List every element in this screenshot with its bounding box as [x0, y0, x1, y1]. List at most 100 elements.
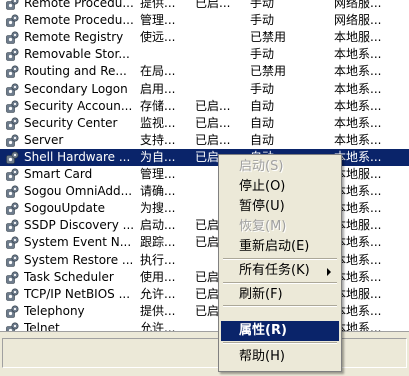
service-row[interactable]: Telephony提供...已启...手动本地系... — [0, 303, 409, 320]
service-logon: 本地系... — [334, 269, 382, 284]
service-logon: 本地系... — [334, 252, 382, 267]
menu-item-2[interactable]: 暂停(U) — [221, 197, 339, 217]
service-desc: 跟踪... — [140, 235, 176, 250]
service-status — [195, 63, 247, 80]
service-status: 已启... — [195, 132, 231, 147]
menu-separator — [223, 258, 337, 260]
status-pane-right — [340, 338, 407, 368]
service-logon: 本地系... — [334, 64, 382, 79]
service-gear-icon — [5, 219, 19, 233]
menu-separator — [223, 342, 337, 344]
service-gear-icon — [5, 100, 19, 114]
submenu-arrow-icon — [327, 268, 331, 276]
service-logon: 本地系... — [334, 235, 382, 250]
service-logon: 网络服... — [334, 0, 382, 10]
service-logon: 网络服... — [334, 13, 382, 28]
service-gear-icon — [5, 288, 19, 302]
menu-separator — [223, 282, 337, 284]
service-row[interactable]: Routing and Re... 在局... 已禁用 本地系... — [0, 63, 409, 80]
service-status: 已启... — [195, 115, 231, 130]
context-menu: 启动(S) 停止(O) 暂停(U) 恢复(M) 重新启动(E) 所有任务(K) 刷新(F) 属… — [218, 154, 342, 372]
service-name: SSDP Discovery ... — [24, 218, 135, 233]
service-name: Secondary Logon — [24, 81, 128, 96]
menu-item-4[interactable]: 重新启动(E) — [221, 237, 339, 257]
service-row[interactable]: Removable Stor... 手动 本地系... — [0, 46, 409, 63]
service-gear-icon — [5, 202, 19, 216]
menu-item-label: 启动(S) — [239, 159, 284, 174]
service-desc: 允许... — [140, 286, 176, 301]
menu-item-label: 属性(R) — [239, 323, 287, 338]
service-name: TCP/IP NetBIOS ... — [24, 286, 131, 301]
service-type: 手动 — [250, 0, 275, 10]
service-desc: 执行... — [140, 252, 176, 267]
service-desc: 启用... — [140, 81, 176, 96]
service-desc: 管理... — [140, 13, 176, 28]
service-row[interactable]: Smart Card管理...手动本地服... — [0, 166, 409, 183]
menu-separator — [223, 305, 337, 307]
service-type: 自动 — [250, 115, 275, 130]
service-name: Sogou OmniAdd... — [24, 184, 133, 199]
service-row[interactable]: TCP/IP NetBIOS ...允许...已启...自动本地服... — [0, 286, 409, 303]
menu-item-label: 暂停(U) — [239, 199, 285, 214]
menu-item-0: 启动(S) — [221, 157, 339, 177]
service-name: Remote Procedu... — [24, 0, 134, 10]
service-gear-icon — [5, 31, 19, 45]
service-row[interactable]: System Restore ...执行...自动本地系... — [0, 252, 409, 269]
service-status — [195, 46, 247, 63]
service-logon: 本地系... — [334, 320, 382, 331]
service-name: Server — [24, 132, 64, 147]
service-type: 手动 — [250, 13, 275, 28]
menu-item-1[interactable]: 停止(O) — [221, 177, 339, 197]
service-status — [195, 29, 247, 46]
service-row[interactable]: System Event N...跟踪...已启...自动本地系... — [0, 234, 409, 251]
service-name: System Event N... — [24, 235, 132, 250]
service-type: 已禁用 — [250, 64, 287, 79]
service-desc: 使远... — [140, 30, 176, 45]
service-desc: 为自... — [140, 149, 176, 164]
service-gear-icon — [5, 82, 19, 97]
service-logon: 本地服... — [334, 286, 382, 301]
service-logon: 本地系... — [334, 201, 382, 216]
service-logon: 本地系... — [334, 149, 382, 164]
menu-item-10[interactable]: 属性(R) — [221, 321, 339, 341]
menu-item-6[interactable]: 所有任务(K) — [221, 261, 339, 281]
service-row[interactable]: Task Scheduler使用...已启...自动本地系... — [0, 269, 409, 286]
service-row[interactable]: Shell Hardware ...为自...已启...自动本地系... — [0, 148, 409, 166]
service-row[interactable]: Security Accoun... 存储... 已启... 自动 本地系... — [0, 98, 409, 115]
service-row[interactable]: Security Center 监视... 已启... 自动 本地系... — [0, 115, 409, 132]
service-row[interactable]: Secondary Logon 启用... 手动 本地系... — [0, 81, 409, 98]
service-name: Task Scheduler — [24, 269, 114, 284]
service-gear-icon — [5, 48, 19, 62]
service-name: SogouUpdate — [24, 201, 105, 216]
service-name: Telnet — [24, 320, 60, 331]
service-name: Telephony — [24, 303, 85, 318]
service-logon: 本地系... — [334, 115, 382, 130]
service-desc: 存储... — [140, 98, 176, 113]
service-logon: 本地系... — [334, 132, 382, 147]
service-desc: 请确... — [140, 184, 176, 199]
service-row[interactable]: SSDP Discovery ...启动...已启...手动本地服... — [0, 217, 409, 234]
service-type: 手动 — [250, 81, 275, 96]
service-desc: 支持... — [140, 132, 176, 147]
service-logon: 本地系... — [334, 303, 382, 318]
service-gear-icon — [5, 134, 19, 148]
service-status: 已启... — [195, 98, 231, 113]
service-row[interactable]: Remote Procedu... 管理... 手动 网络服... — [0, 12, 409, 29]
service-name: Security Accoun... — [24, 98, 133, 113]
service-row[interactable]: Server 支持... 已启... 自动 本地系... — [0, 132, 409, 149]
service-type: 手动 — [250, 47, 275, 62]
service-gear-icon — [5, 65, 19, 79]
service-gear-icon — [5, 322, 19, 331]
service-row[interactable]: SogouUpdate为搜...手动本地系... — [0, 200, 409, 217]
menu-item-8[interactable]: 刷新(F) — [221, 285, 339, 305]
service-row[interactable]: Remote Registry 使远... 已禁用 本地服... — [0, 29, 409, 46]
service-gear-icon — [5, 236, 19, 250]
service-row[interactable]: Remote Procedu... 提供... 已启... 手动 网络服... — [0, 0, 409, 12]
service-row[interactable]: Sogou OmniAdd...请确...手动本地系... — [0, 183, 409, 200]
menu-item-label: 停止(O) — [239, 179, 286, 194]
service-row[interactable]: Telnet允许...已禁用本地系... — [0, 320, 409, 331]
menu-item-12[interactable]: 帮助(H) — [221, 347, 339, 367]
services-list[interactable]: Remote Procedu... 提供... 已启... 手动 网络服... Remo… — [0, 0, 409, 331]
status-bar — [0, 331, 409, 376]
menu-item-label: 帮助(H) — [239, 349, 285, 364]
